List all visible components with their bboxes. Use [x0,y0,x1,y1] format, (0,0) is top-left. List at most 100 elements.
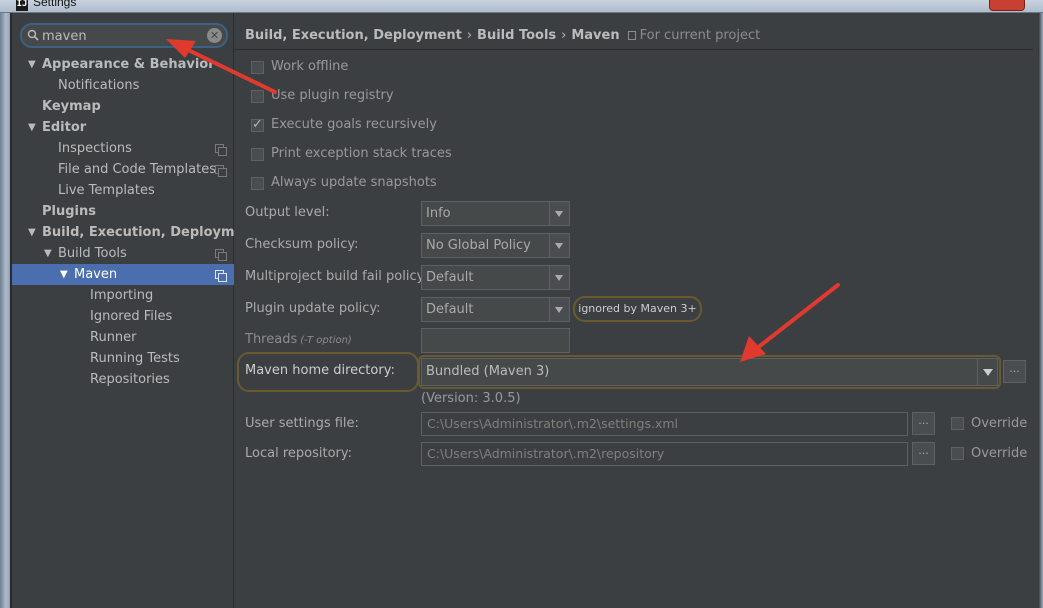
clear-search-icon[interactable]: ✕ [207,28,222,43]
settings-sidebar: ✕ ▼ Appearance & Behavior Notifications Key… [12,13,259,608]
tree-item-label: Notifications [58,78,140,93]
maven-settings-panel: Build, Execution, Deployment › Build Tools… [235,13,1033,608]
breadcrumb-item: Build, Execution, Deployment [245,28,462,43]
checkbox-box[interactable] [951,447,964,460]
checkbox-box[interactable] [951,417,964,430]
dropdown-arrow-icon[interactable] [549,298,569,321]
breadcrumb-item: Maven [571,28,620,43]
expand-arrow-icon[interactable]: ▼ [28,54,36,75]
tree-item[interactable]: Live Templates [12,180,234,201]
tree-item-label: Build Tools [58,246,127,261]
checkbox-box[interactable] [251,115,264,135]
tree-item-label: Inspections [58,141,132,156]
tree-item-label: File and Code Templates [58,162,216,177]
fail-policy-label: Multiproject build fail policy: [245,269,428,284]
tree-item[interactable]: ▼ Editor [12,117,234,138]
tree-item[interactable]: Importing [12,285,234,306]
browse-user-settings-button[interactable]: ... [912,412,935,435]
tree-item-label: Plugins [42,204,96,219]
expand-arrow-icon[interactable]: ▼ [28,117,36,138]
expand-arrow-icon[interactable]: ▼ [60,264,68,285]
tree-item-label: Runner [90,330,137,345]
fail-policy-select[interactable]: Default [421,265,570,290]
dropdown-arrow-icon[interactable] [977,359,997,385]
browse-maven-home-button[interactable]: ... [1003,360,1026,383]
select-value: Info [426,206,451,221]
checkbox-label: Override [971,416,1028,431]
tree-item[interactable]: Inspections [12,138,234,159]
threads-hint: (-T option) [300,335,352,346]
tree-item-label: Build, Execution, Deployment [42,225,259,240]
checkbox-label: Execute goals recursively [271,117,437,132]
tree-item[interactable]: Keymap [12,96,234,117]
breadcrumb-item: Build Tools [477,28,557,43]
select-value: Default [426,270,474,285]
output-level-select[interactable]: Info [421,201,570,226]
header-divider [235,49,1033,50]
checksum-policy-label: Checksum policy: [245,237,359,252]
dropdown-arrow-icon[interactable] [549,234,569,257]
project-copy-icon [215,144,227,156]
window-titlebar[interactable]: IJ Settings [0,0,1043,13]
output-level-label: Output level: [245,205,330,220]
tree-item-label: Live Templates [58,183,155,198]
browse-local-repository-button[interactable]: ... [912,442,935,465]
tree-item[interactable]: File and Code Templates [12,159,234,180]
search-input[interactable] [42,27,202,45]
tree-item[interactable]: Runner [12,327,234,348]
checkbox-box[interactable] [251,61,264,74]
tree-item-label: Running Tests [90,351,180,366]
tree-item[interactable]: Repositories [12,369,234,390]
checkbox-box[interactable] [251,90,264,103]
search-icon [27,29,39,41]
user-settings-field[interactable]: C:\Users\Administrator\.m2\settings.xml [421,412,908,436]
project-copy-icon [215,249,227,261]
tree-item[interactable]: Ignored Files [12,306,234,327]
maven-home-label: Maven home directory: [245,363,395,378]
dropdown-arrow-icon[interactable] [549,266,569,289]
project-copy-icon [627,31,636,40]
window-frame-left [0,13,12,608]
threads-input[interactable] [421,328,570,353]
window-title: Settings [33,0,77,9]
window-close-button[interactable] [989,0,1025,11]
checkbox-label: Always update snapshots [271,175,437,190]
tree-item-label: Appearance & Behavior [42,57,215,72]
local-repository-label: Local repository: [245,446,352,461]
breadcrumb: Build, Execution, Deployment › Build Tools… [245,27,760,45]
expand-arrow-icon[interactable]: ▼ [44,243,52,264]
checkbox-box[interactable] [251,177,264,190]
checkbox-label: Work offline [271,59,349,74]
threads-text: Threads [245,332,298,347]
window-frame-right [1038,13,1043,608]
tree-item[interactable]: ▼ Maven [12,264,234,285]
select-value: Default [426,302,474,317]
dropdown-arrow-icon[interactable] [549,202,569,225]
tree-item[interactable]: ▼ Appearance & Behavior [12,54,234,75]
maven-version-text: (Version: 3.0.5) [421,391,521,406]
maven-home-select[interactable]: Bundled (Maven 3) [421,358,998,386]
settings-search[interactable]: ✕ [20,23,228,48]
field-value: C:\Users\Administrator\.m2\settings.xml [427,416,678,431]
checkbox-box[interactable] [251,148,264,161]
user-settings-label: User settings file: [245,416,359,431]
plugin-update-policy-label: Plugin update policy: [245,301,381,316]
tree-item-label: Maven [74,267,118,282]
threads-label: Threads (-T option) [245,330,352,350]
project-copy-icon [215,270,227,282]
tree-item[interactable]: Running Tests [12,348,234,369]
tree-item-label: Keymap [42,99,101,114]
tree-item[interactable]: ▼ Build Tools [12,243,234,264]
tree-item-label: Importing [90,288,154,303]
field-value: C:\Users\Administrator\.m2\repository [427,446,665,461]
tree-item[interactable]: Notifications [12,75,234,96]
tree-item[interactable]: Plugins [12,201,234,222]
local-repository-field[interactable]: C:\Users\Administrator\.m2\repository [421,442,908,466]
breadcrumb-separator: › [466,28,473,43]
expand-arrow-icon[interactable]: ▼ [28,222,36,243]
settings-tree: ▼ Appearance & Behavior Notifications Keyma… [12,54,259,390]
plugin-update-policy-select[interactable]: Default [421,297,570,322]
intellij-app-icon: IJ [16,0,28,11]
tree-item[interactable]: ▼ Build, Execution, Deployment [12,222,259,243]
checksum-policy-select[interactable]: No Global Policy [421,233,570,258]
